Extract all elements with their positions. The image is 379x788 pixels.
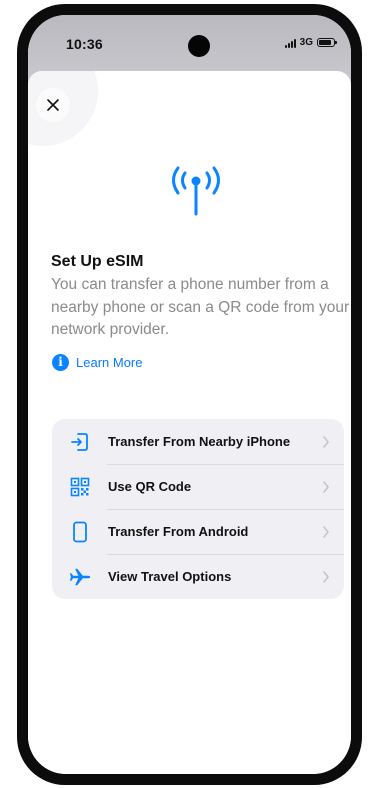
option-label: View Travel Options	[108, 569, 232, 584]
page-title: Set Up eSIM	[51, 253, 144, 270]
option-view-travel-options[interactable]: View Travel Options	[52, 554, 344, 599]
signal-bars-icon	[284, 38, 296, 48]
chevron-right-icon	[323, 525, 329, 538]
option-transfer-from-nearby-iphone[interactable]: Transfer From Nearby iPhone	[52, 419, 344, 464]
setup-options-list: Transfer From Nearby iPhone Use QR Code …	[52, 419, 344, 599]
phone-frame: 10:36 3G Set Up eSIM You can transfer a …	[17, 4, 362, 785]
chevron-right-icon	[323, 435, 329, 448]
status-time: 10:36	[66, 36, 103, 52]
phone-icon	[68, 520, 92, 544]
network-type: 3G	[299, 37, 313, 48]
front-camera	[188, 35, 210, 57]
status-bar: 10:36 3G	[28, 15, 351, 71]
page-description: You can transfer a phone number from a n…	[51, 276, 350, 338]
esim-setup-sheet: Set Up eSIM You can transfer a phone num…	[28, 71, 351, 774]
chevron-right-icon	[323, 480, 329, 493]
qr-code-icon	[68, 475, 92, 499]
battery-icon	[317, 38, 337, 47]
transfer-in-icon	[68, 430, 92, 454]
learn-more-link[interactable]: i Learn More	[52, 354, 142, 371]
antenna-signal-icon	[172, 166, 220, 216]
close-button[interactable]	[36, 88, 70, 122]
option-use-qr-code[interactable]: Use QR Code	[52, 464, 344, 509]
close-icon	[47, 99, 59, 111]
option-label: Use QR Code	[108, 479, 192, 494]
option-label: Transfer From Android	[108, 524, 249, 539]
status-indicators: 3G	[284, 37, 337, 48]
phone-screen: 10:36 3G Set Up eSIM You can transfer a …	[28, 15, 351, 774]
info-icon: i	[52, 354, 69, 371]
learn-more-label: Learn More	[76, 355, 143, 370]
option-label: Transfer From Nearby iPhone	[108, 434, 291, 449]
airplane-icon	[68, 565, 92, 589]
chevron-right-icon	[323, 570, 329, 583]
option-transfer-from-android[interactable]: Transfer From Android	[52, 509, 344, 554]
